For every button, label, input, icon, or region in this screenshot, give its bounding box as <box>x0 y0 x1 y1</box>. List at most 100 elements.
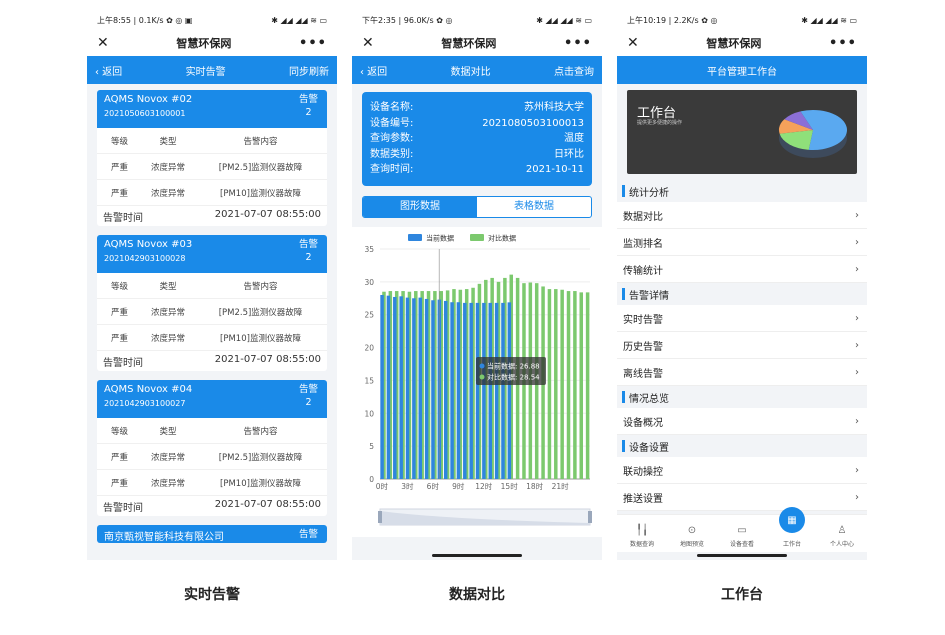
tab-chart-data[interactable]: 图形数据 <box>363 197 477 217</box>
y-tick-label: 30 <box>364 278 374 287</box>
table-row: 严重 浓度异常 [PM2.5]监测仪器故障 <box>97 299 327 325</box>
alert-card[interactable]: 南京甄视智能科技有限公司 告警 <box>97 525 327 543</box>
x-tick-label: 12时 <box>475 481 493 491</box>
menu-item-label: 实时告警 <box>623 314 663 326</box>
alert-count: 2 <box>305 397 312 408</box>
info-value: 2021-10-11 <box>525 164 584 175</box>
x-tick-label: 18时 <box>526 481 544 491</box>
menu-item[interactable]: 联动操控 › <box>617 457 867 484</box>
pie-illustration <box>779 110 847 158</box>
menu-item[interactable]: 历史告警 › <box>617 332 867 359</box>
back-button[interactable]: ‹ 返回 <box>360 63 387 78</box>
close-icon[interactable]: ✕ <box>627 35 639 51</box>
info-row: 设备名称: 苏州科技大学 <box>370 100 584 116</box>
query-button[interactable]: 点击查询 <box>554 63 594 78</box>
legend-swatch <box>470 234 484 241</box>
status-bar: 下午2:35 | 96.0K/s ✿ ◎ ✱ ◢◢ ◢◢ ≋ ▭ <box>352 10 602 30</box>
more-icon[interactable]: ••• <box>299 36 327 51</box>
y-tick-label: 35 <box>364 245 374 254</box>
more-icon[interactable]: ••• <box>829 36 857 51</box>
alert-card-header: AQMS Novox #03 2021042903100028 告警 2 <box>97 235 327 273</box>
alert-time-label: 告警时间 <box>103 358 143 369</box>
column-header: 类型 <box>159 136 177 147</box>
table-cell: 浓度异常 <box>150 188 185 199</box>
info-label: 设备名称: <box>370 102 414 113</box>
more-icon[interactable]: ••• <box>564 36 592 51</box>
chevron-right-icon: › <box>855 209 859 221</box>
chevron-right-icon: › <box>855 491 859 503</box>
sync-refresh-button[interactable]: 同步刷新 <box>289 63 329 78</box>
chevron-right-icon: › <box>855 366 859 378</box>
alert-card-header: 南京甄视智能科技有限公司 告警 <box>97 525 327 543</box>
column-header: 等级 <box>110 426 128 437</box>
info-value: 苏州科技大学 <box>524 102 584 113</box>
section-marker <box>622 391 625 403</box>
table-cell: [PM2.5]监测仪器故障 <box>218 307 303 318</box>
x-tick-label: 0时 <box>376 481 389 491</box>
compare-bar <box>547 289 552 479</box>
menu-item-label: 历史告警 <box>623 341 663 353</box>
info-value: 温度 <box>564 133 584 144</box>
menu-item[interactable]: 传输统计 › <box>617 256 867 283</box>
x-tick-label: 6时 <box>427 481 440 491</box>
y-tick-label: 10 <box>364 409 374 418</box>
alert-time-value: 2021-07-07 08:55:00 <box>214 354 321 365</box>
menu-item[interactable]: 推送设置 › <box>617 484 867 511</box>
caption-workbench: 工作台 <box>721 587 763 603</box>
tab-label: 设备查看 <box>729 541 754 548</box>
menu-item[interactable]: 实时告警 › <box>617 305 867 332</box>
close-icon[interactable]: ✕ <box>362 35 374 51</box>
current-bar <box>456 302 461 479</box>
alert-card[interactable]: AQMS Novox #04 2021042903100027 告警 2 等级 类型 告警内… <box>97 380 327 516</box>
tab-item[interactable]: ▦ 工作台 <box>767 507 817 552</box>
info-label: 查询时间: <box>370 164 414 175</box>
current-bar <box>501 302 505 479</box>
alert-badge-label: 告警 <box>298 239 318 250</box>
alert-card[interactable]: AQMS Novox #02 2021050603100001 告警 2 等级 类型 告警内… <box>97 90 327 226</box>
alert-badge: 告警 2 <box>299 93 318 119</box>
status-icons: ✱ ◢◢ ◢◢ ≋ ▭ <box>536 15 592 25</box>
column-header: 告警内容 <box>243 281 278 292</box>
alert-list: AQMS Novox #02 2021050603100001 告警 2 等级 类型 告警内… <box>87 84 337 543</box>
legend-label: 对比数据 <box>488 234 516 243</box>
x-tick-label: 9时 <box>452 481 465 491</box>
info-label: 查询参数: <box>370 133 414 144</box>
back-button[interactable]: ‹ 返回 <box>95 63 122 78</box>
info-row: 查询时间: 2021-10-11 <box>370 162 584 178</box>
menu-item-label: 监测排名 <box>623 238 663 250</box>
tab-item[interactable]: ▭ 设备查看 <box>717 515 767 552</box>
alert-card[interactable]: AQMS Novox #03 2021042903100028 告警 2 等级 类型 告警内… <box>97 235 327 371</box>
zoom-handle-right <box>588 511 592 523</box>
column-header: 告警内容 <box>243 426 278 437</box>
current-bar <box>386 295 391 479</box>
menu-item[interactable]: 设备概况 › <box>617 408 867 435</box>
menu-item-label: 推送设置 <box>623 493 663 505</box>
column-header: 等级 <box>110 136 128 147</box>
current-bar <box>475 302 480 479</box>
page-title: 数据对比 <box>450 66 491 78</box>
close-icon[interactable]: ✕ <box>97 35 109 51</box>
table-header-row: 等级 类型 告警内容 <box>97 273 327 299</box>
alert-badge-label: 告警 <box>298 94 318 105</box>
status-icons: ✱ ◢◢ ◢◢ ≋ ▭ <box>271 15 327 25</box>
current-bar <box>469 302 473 479</box>
table-cell: 严重 <box>110 333 128 344</box>
tab-label: 数据查询 <box>629 541 654 548</box>
nav-bar: ‹ 返回 实时告警 同步刷新 <box>87 56 337 84</box>
chevron-right-icon: › <box>855 263 859 275</box>
column-header: 等级 <box>110 281 128 292</box>
legend-swatch <box>408 234 422 241</box>
menu-item[interactable]: 数据对比 › <box>617 202 867 229</box>
alert-time-label: 告警时间 <box>103 213 143 224</box>
table-cell: [PM10]监测仪器故障 <box>220 188 301 199</box>
table-cell: 严重 <box>110 478 128 489</box>
menu-item-label: 设备概况 <box>623 417 663 429</box>
menu-item[interactable]: 离线告警 › <box>617 359 867 386</box>
menu-item[interactable]: 监测排名 › <box>617 229 867 256</box>
tab-item[interactable]: ╿╽ 数据查询 <box>617 515 667 552</box>
tab-item[interactable]: ♙ 个人中心 <box>817 515 867 552</box>
tab-table-data[interactable]: 表格数据 <box>477 197 591 217</box>
tab-item[interactable]: ⊙ 地图预览 <box>667 515 717 552</box>
alert-time-value: 2021-07-07 08:55:00 <box>214 209 321 220</box>
compare-bar <box>573 291 577 479</box>
